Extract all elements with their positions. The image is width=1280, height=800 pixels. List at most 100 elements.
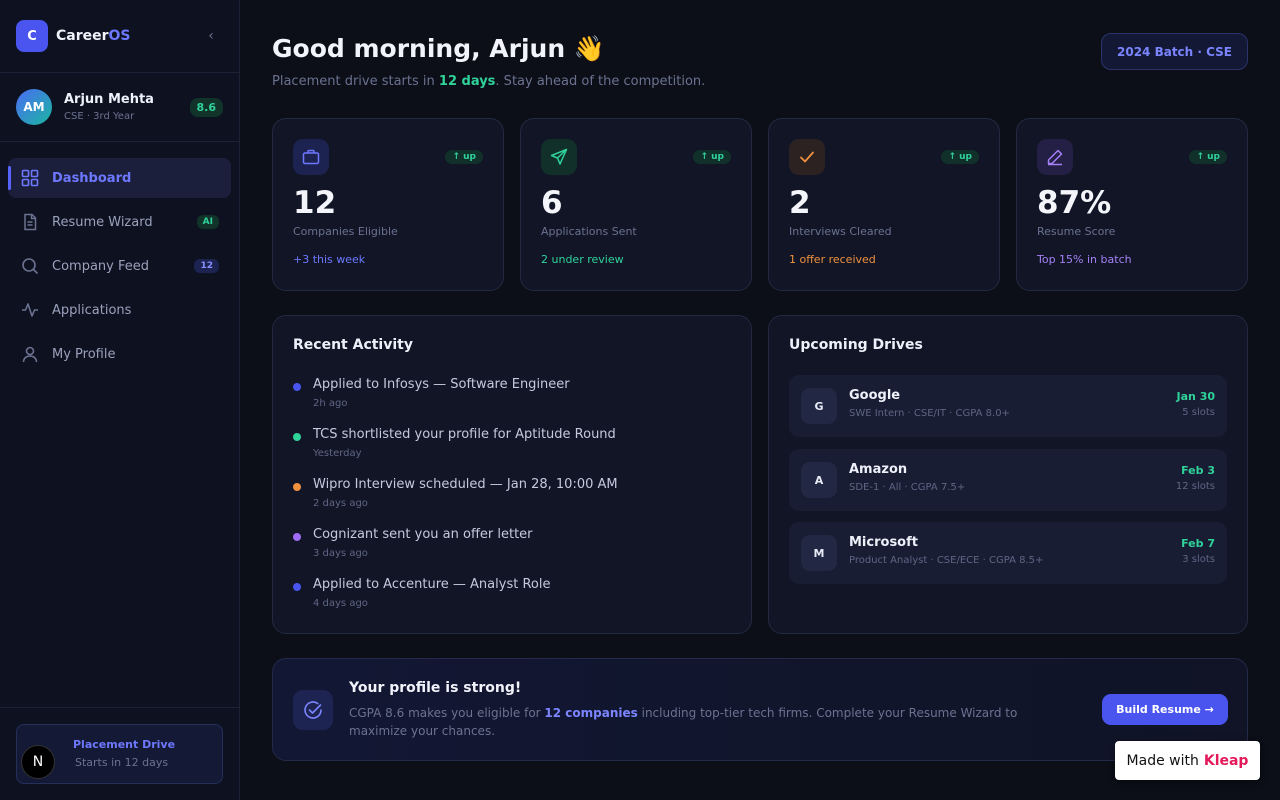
stat-note: Top 15% in batch	[1037, 253, 1132, 266]
sidebar-item-label: Company Feed	[52, 258, 149, 274]
stat-card-resume-score[interactable]: ↑ up 87% Resume Score Top 15% in batch	[1016, 118, 1248, 291]
sidebar-item-resume-wizard[interactable]: Resume Wizard AI	[8, 202, 231, 242]
drive-criteria: Product Analyst · CSE/ECE · CGPA 8.5+	[849, 555, 1044, 566]
company-name: Microsoft	[849, 535, 918, 550]
subtitle-suffix: . Stay ahead of the competition.	[495, 74, 706, 89]
status-dot	[293, 483, 301, 491]
app-name-prefix: Career	[56, 28, 109, 44]
search-icon	[20, 256, 40, 276]
stat-card-interviews[interactable]: ↑ up 2 Interviews Cleared 1 offer receiv…	[768, 118, 1000, 291]
sidebar-item-my-profile[interactable]: My Profile	[8, 334, 231, 374]
drive-slots: 5 slots	[1182, 407, 1215, 418]
drive-item-google[interactable]: G Google SWE Intern · CSE/IT · CGPA 8.0+…	[789, 375, 1227, 437]
send-icon	[541, 139, 577, 175]
stat-card-companies[interactable]: ↑ up 12 Companies Eligible +3 this week	[272, 118, 504, 291]
document-icon	[20, 212, 40, 232]
trend-up-badge: ↑ up	[941, 150, 979, 164]
company-name: Google	[849, 388, 901, 403]
subtitle-prefix: Placement drive starts in	[272, 74, 439, 89]
batch-badge[interactable]: 2024 Batch · CSE	[1101, 33, 1248, 70]
activity-icon	[20, 300, 40, 320]
stat-value: 2	[789, 185, 811, 221]
count-badge: 12	[194, 259, 219, 273]
drive-criteria: SWE Intern · CSE/IT · CGPA 8.0+	[849, 408, 1010, 419]
stat-label: Companies Eligible	[293, 225, 398, 238]
sidebar-item-dashboard[interactable]: Dashboard	[8, 158, 231, 198]
placement-drive-countdown: Starts in 12 days	[75, 756, 169, 769]
activity-time: 2h ago	[313, 398, 348, 409]
drive-item-microsoft[interactable]: M Microsoft Product Analyst · CSE/ECE · …	[789, 522, 1227, 584]
stat-note: +3 this week	[293, 253, 366, 266]
user-branch-year: CSE · 3rd Year	[64, 111, 135, 122]
made-with-kleap-badge[interactable]: Made with Kleap	[1115, 741, 1260, 780]
collapse-sidebar-button[interactable]: ‹	[199, 24, 223, 48]
company-logo: M	[801, 535, 837, 571]
activity-time: 3 days ago	[313, 548, 368, 559]
status-dot	[293, 533, 301, 541]
activity-text: Applied to Infosys — Software Engineer	[313, 377, 570, 392]
stat-label: Resume Score	[1037, 225, 1116, 238]
page-subtitle: Placement drive starts in 12 days. Stay …	[272, 74, 705, 89]
ai-badge: AI	[196, 215, 219, 229]
build-resume-button[interactable]: Build Resume →	[1102, 694, 1228, 725]
avatar: AM	[16, 89, 52, 125]
page-title: Good morning, Arjun 👋	[272, 34, 605, 63]
drive-date: Feb 7	[1181, 537, 1215, 550]
panel-title: Upcoming Drives	[789, 337, 923, 353]
status-dot	[293, 583, 301, 591]
drive-date: Jan 30	[1176, 390, 1215, 403]
upcoming-drives-panel: Upcoming Drives G Google SWE Intern · CS…	[768, 315, 1248, 634]
trend-up-badge: ↑ up	[693, 150, 731, 164]
activity-text: TCS shortlisted your profile for Aptitud…	[313, 427, 616, 442]
stat-value: 12	[293, 185, 337, 221]
company-logo: A	[801, 462, 837, 498]
user-info: Arjun Mehta CSE · 3rd Year	[64, 92, 154, 122]
recent-activity-panel: Recent Activity Applied to Infosys — Sof…	[272, 315, 752, 634]
sidebar-item-company-feed[interactable]: Company Feed 12	[8, 246, 231, 286]
activity-time: 4 days ago	[313, 598, 368, 609]
banner-title: Your profile is strong!	[349, 680, 522, 696]
briefcase-icon	[293, 139, 329, 175]
activity-text: Applied to Accenture — Analyst Role	[313, 577, 551, 592]
kleap-brand: Kleap	[1203, 752, 1249, 769]
user-name: Arjun Mehta	[64, 92, 154, 107]
banner-text: CGPA 8.6 makes you eligible for 12 compa…	[349, 704, 1079, 740]
trend-up-badge: ↑ up	[445, 150, 483, 164]
stat-value: 6	[541, 185, 563, 221]
user-summary[interactable]: AM Arjun Mehta CSE · 3rd Year 8.6	[0, 73, 239, 142]
n-badge-icon: N	[21, 745, 55, 779]
activity-time: 2 days ago	[313, 498, 368, 509]
sidebar-footer: N Placement Drive Starts in 12 days	[0, 707, 239, 800]
drive-item-amazon[interactable]: A Amazon SDE-1 · All · CGPA 7.5+ Feb 3 1…	[789, 449, 1227, 511]
app-name: CareerOS	[56, 28, 131, 44]
check-icon	[789, 139, 825, 175]
stat-value: 87%	[1037, 185, 1112, 221]
activity-text: Wipro Interview scheduled — Jan 28, 10:0…	[313, 477, 618, 492]
drive-date: Feb 3	[1181, 464, 1215, 477]
pen-icon	[1037, 139, 1073, 175]
drive-slots: 12 slots	[1175, 481, 1215, 492]
sidebar: C CareerOS ‹ AM Arjun Mehta CSE · 3rd Ye…	[0, 0, 240, 800]
sidebar-item-applications[interactable]: Applications	[8, 290, 231, 330]
brand-header: C CareerOS ‹	[0, 0, 239, 73]
panel-title: Recent Activity	[293, 337, 413, 353]
stat-card-applications[interactable]: ↑ up 6 Applications Sent 2 under review	[520, 118, 752, 291]
company-name: Amazon	[849, 462, 908, 477]
placement-drive-title: Placement Drive	[73, 738, 176, 751]
app-logo[interactable]: C	[16, 20, 48, 52]
trend-up-badge: ↑ up	[1189, 150, 1227, 164]
placement-drive-card[interactable]: N Placement Drive Starts in 12 days	[16, 724, 223, 784]
status-dot	[293, 433, 301, 441]
days-highlight: 12 days	[438, 74, 496, 89]
banner-text-prefix: CGPA 8.6 makes you eligible for	[349, 706, 545, 720]
chevron-left-icon: ‹	[208, 28, 214, 44]
sidebar-item-label: Applications	[52, 302, 132, 318]
sidebar-nav: Dashboard Resume Wizard AI Company Feed …	[0, 142, 239, 394]
cgpa-badge: 8.6	[189, 97, 223, 117]
sidebar-item-label: My Profile	[52, 346, 116, 362]
drive-criteria: SDE-1 · All · CGPA 7.5+	[849, 482, 966, 493]
companies-highlight: 12 companies	[544, 706, 638, 720]
stat-note: 1 offer received	[789, 253, 876, 266]
stat-note: 2 under review	[541, 253, 624, 266]
drive-slots: 3 slots	[1182, 554, 1215, 565]
